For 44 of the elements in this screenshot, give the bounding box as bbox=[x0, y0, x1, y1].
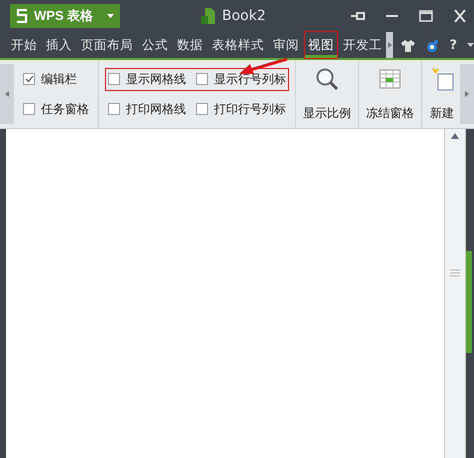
caret-icon bbox=[107, 14, 114, 18]
ribbon-tab[interactable]: 页面布局 bbox=[78, 32, 136, 58]
checkbox-label: 编辑栏 bbox=[41, 70, 77, 88]
up-arrow-icon[interactable] bbox=[451, 133, 459, 139]
checkbox[interactable] bbox=[23, 103, 35, 115]
ribbon-tab[interactable]: 数据 bbox=[174, 32, 206, 58]
magnifier-icon bbox=[314, 66, 340, 92]
checkbox[interactable] bbox=[108, 73, 120, 85]
shirt-icon[interactable] bbox=[401, 38, 416, 52]
ribbon-button[interactable]: 新建 bbox=[422, 60, 455, 128]
caret-icon[interactable] bbox=[467, 43, 474, 47]
ribbon-tab[interactable]: 开始 bbox=[8, 32, 40, 58]
logo-icon bbox=[16, 9, 28, 23]
document-icon bbox=[200, 7, 216, 25]
checkbox-label: 打印行号列标 bbox=[214, 100, 286, 118]
right-arrow-icon bbox=[465, 91, 469, 97]
help-button[interactable]: ? bbox=[449, 38, 457, 52]
ribbon-tab[interactable]: 表格样式 bbox=[209, 32, 267, 58]
app-menu-button[interactable]: WPS 表格 bbox=[10, 4, 120, 28]
checkbox[interactable] bbox=[23, 73, 35, 85]
scroll-right-button[interactable] bbox=[386, 32, 394, 58]
checkbox-label: 显示行号列标 bbox=[214, 70, 286, 88]
side-panel-handle[interactable] bbox=[466, 251, 472, 353]
right-arrow-icon bbox=[388, 42, 392, 48]
checkbox-label: 打印网格线 bbox=[126, 100, 186, 118]
maximize-icon[interactable] bbox=[418, 9, 434, 23]
ribbon-tab[interactable]: 插入 bbox=[43, 32, 75, 58]
checkbox[interactable] bbox=[108, 103, 120, 115]
left-arrow-icon bbox=[5, 91, 9, 97]
ribbon-tab[interactable]: 公式 bbox=[139, 32, 171, 58]
ribbon-button[interactable]: 显示比例 bbox=[296, 60, 359, 128]
checkbox-label: 任务窗格 bbox=[41, 100, 89, 118]
ribbon-tab[interactable]: 审阅 bbox=[270, 32, 302, 58]
ribbon-button[interactable]: 冻结窗格 bbox=[359, 60, 422, 128]
checkbox[interactable] bbox=[196, 103, 208, 115]
close-icon[interactable] bbox=[452, 9, 468, 23]
cloud-icon[interactable] bbox=[425, 38, 440, 52]
checkbox-label: 显示网格线 bbox=[126, 70, 186, 88]
grip-icon bbox=[450, 269, 460, 277]
scrollbar[interactable] bbox=[444, 129, 466, 458]
checkbox[interactable] bbox=[196, 73, 208, 85]
ribbon-tab[interactable]: 开发工 bbox=[340, 32, 385, 58]
window-title: Book2 bbox=[222, 8, 266, 24]
pin-icon[interactable] bbox=[350, 9, 366, 23]
